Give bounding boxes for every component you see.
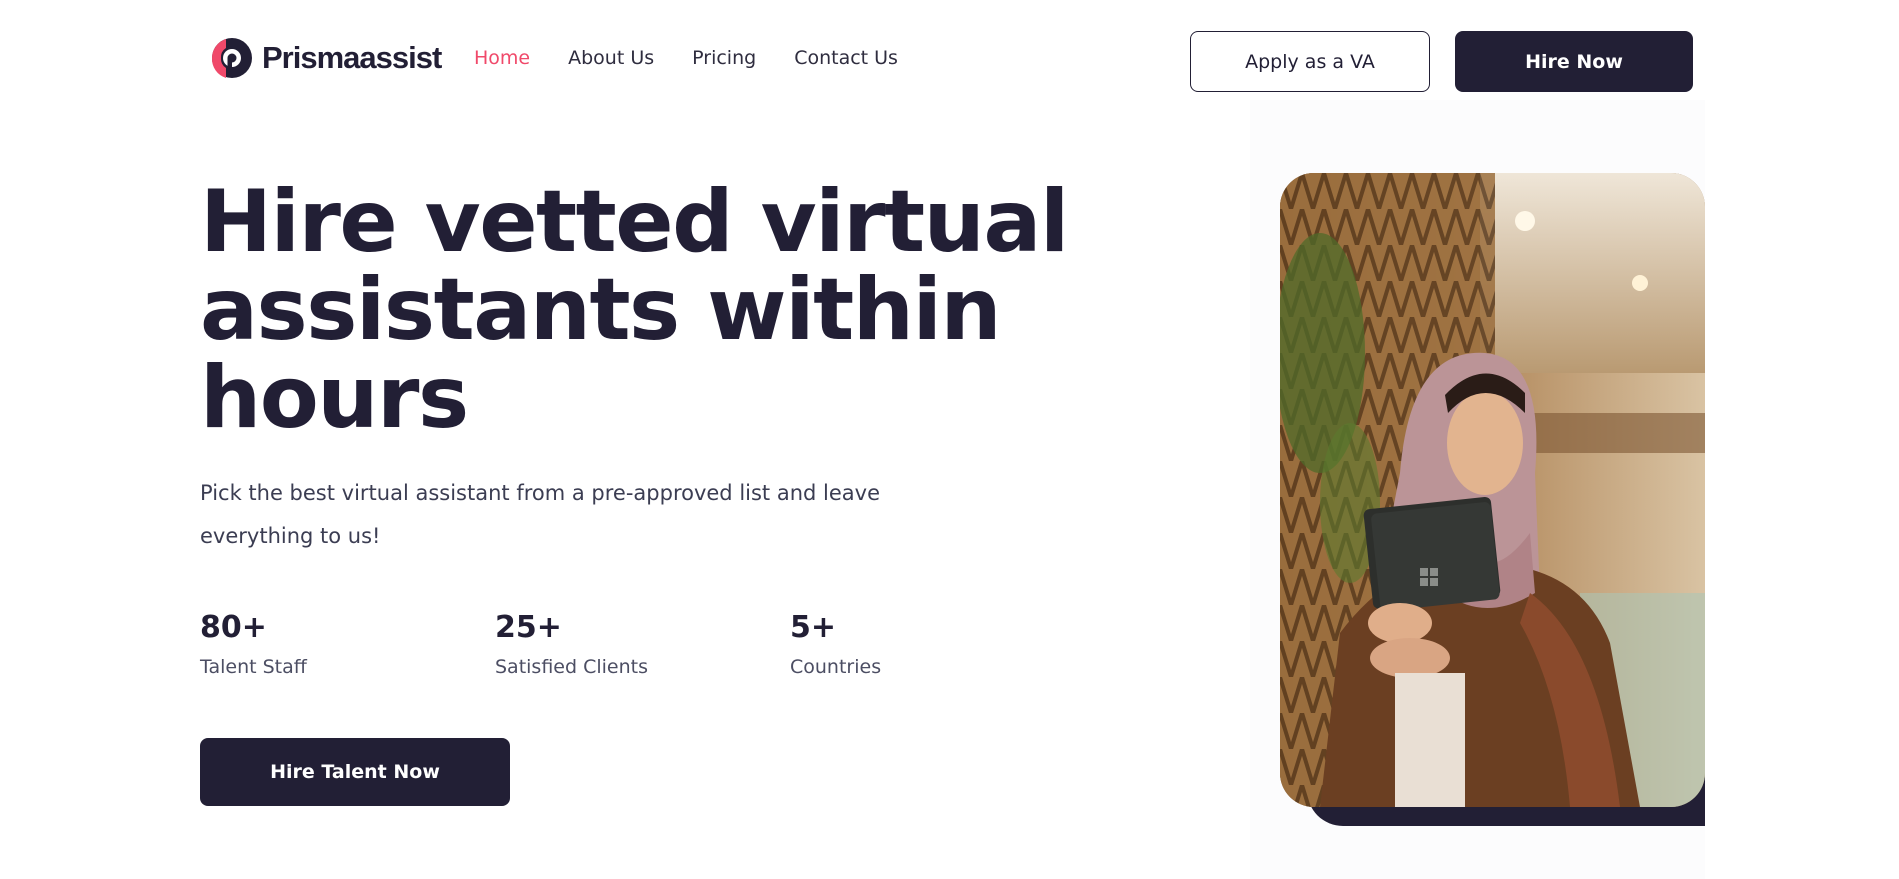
nav-item-pricing[interactable]: Pricing: [692, 47, 756, 69]
stat-countries: 5+ Countries: [790, 608, 1085, 678]
hero-title-line: assistants within: [200, 260, 1002, 360]
hero-title-line: hours: [200, 348, 469, 448]
stat-talent-staff: 80+ Talent Staff: [200, 608, 495, 678]
hire-now-button[interactable]: Hire Now: [1455, 31, 1693, 92]
hire-talent-now-button[interactable]: Hire Talent Now: [200, 738, 510, 806]
stat-value: 5+: [790, 610, 837, 645]
stat-label: Satisfied Clients: [495, 656, 648, 678]
nav-item-about-us[interactable]: About Us: [568, 47, 654, 69]
stats-row: 80+ Talent Staff 25+ Satisfied Clients 5…: [200, 608, 1085, 678]
stat-value: 80+: [200, 610, 267, 645]
stat-satisfied-clients: 25+ Satisfied Clients: [495, 608, 790, 678]
hero-photo: [1280, 173, 1705, 807]
nav-item-home[interactable]: Home: [474, 47, 530, 69]
hero-title: Hire vetted virtual assistants within ho…: [200, 178, 1100, 442]
logo-icon: [211, 38, 252, 78]
hero-title-line: Hire vetted virtual: [200, 172, 1069, 272]
main-nav: Home About Us Pricing Contact Us: [474, 47, 936, 69]
stat-label: Talent Staff: [200, 656, 307, 678]
hero-subtitle: Pick the best virtual assistant from a p…: [200, 481, 880, 548]
woman-with-laptop-illustration: [1280, 173, 1705, 807]
brand-name: Prismaassist: [262, 40, 442, 75]
nav-item-contact-us[interactable]: Contact Us: [794, 47, 898, 69]
brand-logo[interactable]: Prismaassist: [206, 34, 442, 82]
stat-value: 25+: [495, 610, 562, 645]
apply-as-va-button[interactable]: Apply as a VA: [1190, 31, 1430, 92]
stat-label: Countries: [790, 656, 882, 678]
